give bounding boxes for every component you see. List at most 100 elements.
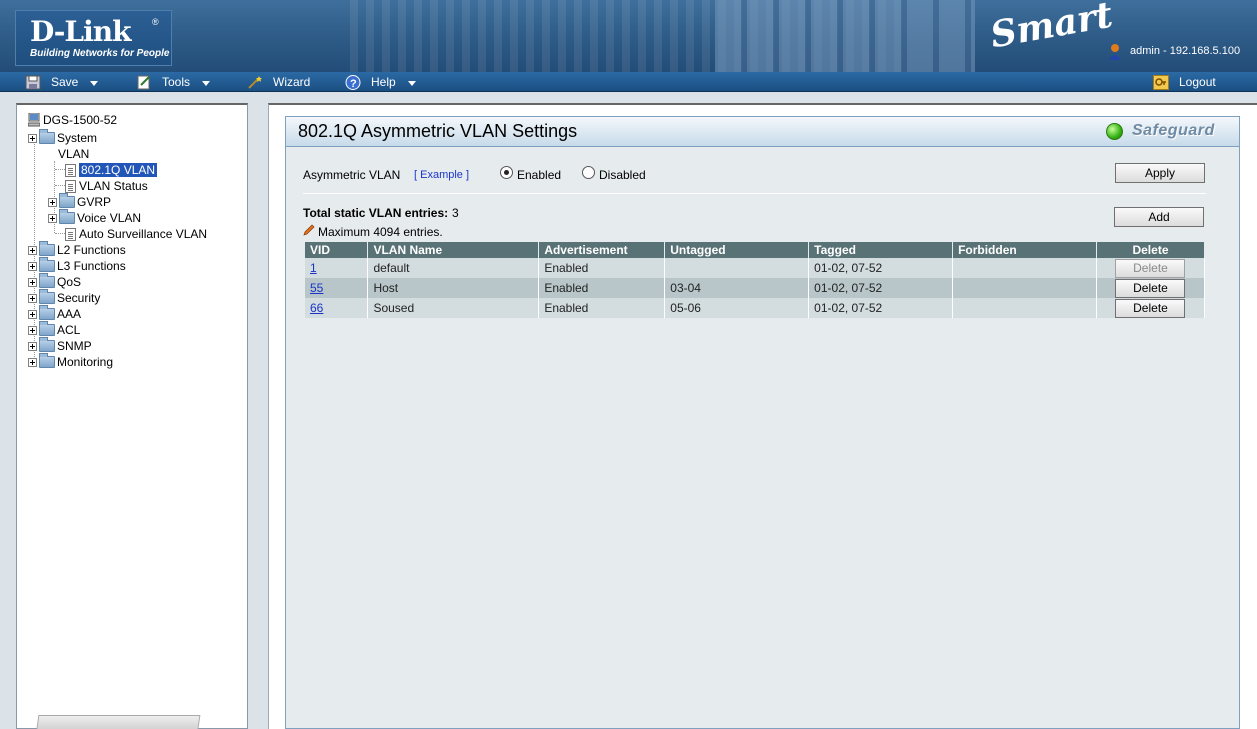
expand-icon[interactable] bbox=[28, 277, 37, 287]
switch-device-image bbox=[35, 715, 201, 729]
tree-item-auto-surveillance-vlan[interactable]: Auto Surveillance VLAN bbox=[65, 226, 207, 242]
help-icon: ? bbox=[345, 74, 361, 90]
folder-icon bbox=[39, 305, 55, 320]
tools-icon bbox=[136, 75, 152, 90]
tree-item-acl[interactable]: ACL bbox=[28, 321, 80, 338]
tree-item-security[interactable]: Security bbox=[28, 289, 101, 306]
expand-icon[interactable] bbox=[28, 357, 37, 367]
folder-icon bbox=[39, 257, 55, 272]
vid-link[interactable]: 66 bbox=[310, 301, 323, 315]
wizard-menu[interactable]: Wizard bbox=[247, 72, 310, 92]
example-link[interactable]: [ Example ] bbox=[414, 169, 469, 181]
expand-icon[interactable] bbox=[48, 213, 57, 223]
column-header-advertisement: Advertisement bbox=[538, 242, 666, 258]
safeguard-status-icon bbox=[1106, 123, 1123, 140]
tree-root-label: DGS-1500-52 bbox=[43, 113, 118, 127]
chevron-down-icon bbox=[90, 81, 99, 86]
pencil-icon bbox=[303, 224, 315, 239]
tree-item-label: Auto Surveillance VLAN bbox=[79, 227, 208, 241]
max-entries-note: Maximum 4094 entries. bbox=[318, 225, 443, 239]
enabled-radio[interactable] bbox=[500, 166, 513, 179]
tree-item-l2-functions[interactable]: L2 Functions bbox=[28, 241, 126, 258]
column-header-vlan-name: VLAN Name bbox=[367, 242, 540, 258]
delete-button[interactable]: Delete bbox=[1115, 258, 1186, 278]
help-menu[interactable]: ? Help bbox=[345, 72, 416, 92]
disabled-radio[interactable] bbox=[582, 166, 595, 179]
logout-button[interactable]: Logout bbox=[1153, 72, 1216, 92]
expand-icon[interactable] bbox=[28, 261, 37, 271]
column-header-vid: VID bbox=[305, 242, 369, 258]
document-icon bbox=[65, 227, 76, 241]
expand-icon[interactable] bbox=[28, 325, 37, 335]
table-row: 1 default Enabled 01-02, 07-52 Delete bbox=[305, 258, 1206, 278]
tree-item-l3-functions[interactable]: L3 Functions bbox=[28, 257, 126, 274]
tagged-cell: 01-02, 07-52 bbox=[808, 258, 954, 278]
vlan-name-cell: default bbox=[367, 258, 540, 278]
navigation-tree: DGS-1500-52 System VLAN 802.1Q VLAN VLAN… bbox=[16, 103, 248, 729]
svg-text:?: ? bbox=[350, 78, 357, 90]
tree-item-aaa[interactable]: AAA bbox=[28, 305, 82, 322]
tree-item-system[interactable]: System bbox=[28, 129, 98, 146]
tree-item-label: Voice VLAN bbox=[77, 211, 142, 225]
tree-item-gvrp[interactable]: GVRP bbox=[48, 193, 112, 210]
tree-item-voice-vlan[interactable]: Voice VLAN bbox=[48, 209, 142, 226]
delete-cell: Delete bbox=[1096, 278, 1206, 298]
expand-icon[interactable] bbox=[28, 293, 37, 303]
switch-ports-art bbox=[715, 0, 975, 72]
folder-icon bbox=[59, 193, 75, 208]
table-row: 55 Host Enabled 03-04 01-02, 07-52 Delet… bbox=[305, 278, 1206, 298]
delete-cell: Delete bbox=[1096, 298, 1206, 318]
table-row: 66 Soused Enabled 05-06 01-02, 07-52 Del… bbox=[305, 298, 1206, 318]
tree-guide-line bbox=[55, 185, 65, 186]
tree-item-vlan[interactable]: VLAN bbox=[58, 146, 89, 162]
tree-item-8021q-vlan[interactable]: 802.1Q VLAN bbox=[65, 162, 158, 178]
tree-item-label: L3 Functions bbox=[57, 259, 126, 273]
tree-guide-line bbox=[55, 169, 65, 170]
expand-icon[interactable] bbox=[28, 245, 37, 255]
tree-item-label-selected: 802.1Q VLAN bbox=[79, 163, 158, 177]
document-icon bbox=[65, 179, 76, 193]
column-header-forbidden: Forbidden bbox=[952, 242, 1097, 258]
tree-root-device[interactable]: DGS-1500-52 bbox=[27, 112, 118, 128]
document-icon bbox=[65, 163, 76, 177]
advertisement-cell: Enabled bbox=[538, 258, 666, 278]
tagged-cell: 01-02, 07-52 bbox=[808, 278, 954, 298]
apply-button[interactable]: Apply bbox=[1115, 163, 1205, 183]
save-menu[interactable]: Save bbox=[25, 72, 99, 92]
vid-cell: 55 bbox=[305, 278, 369, 298]
tagged-cell: 01-02, 07-52 bbox=[808, 298, 954, 318]
vid-cell: 66 bbox=[305, 298, 369, 318]
folder-icon bbox=[59, 209, 75, 224]
column-header-delete: Delete bbox=[1096, 242, 1206, 258]
vid-link[interactable]: 1 bbox=[310, 261, 317, 275]
key-icon bbox=[1153, 74, 1169, 90]
vid-cell: 1 bbox=[305, 258, 369, 278]
untagged-cell: 05-06 bbox=[664, 298, 810, 318]
folder-icon bbox=[39, 337, 55, 352]
tree-item-label: Security bbox=[57, 291, 101, 305]
expand-icon[interactable] bbox=[28, 133, 37, 143]
add-button[interactable]: Add bbox=[1114, 207, 1204, 227]
wizard-label: Wizard bbox=[273, 75, 311, 89]
expand-icon[interactable] bbox=[28, 341, 37, 351]
tree-item-vlan-status[interactable]: VLAN Status bbox=[65, 178, 148, 194]
logo-registered-mark: ® bbox=[152, 17, 159, 27]
expand-icon[interactable] bbox=[28, 309, 37, 319]
tree-item-label: AAA bbox=[57, 307, 82, 321]
user-icon bbox=[1108, 43, 1122, 61]
tree-item-label: GVRP bbox=[77, 195, 112, 209]
tree-item-snmp[interactable]: SNMP bbox=[28, 337, 92, 354]
tree-item-label: System bbox=[57, 131, 98, 145]
folder-icon bbox=[39, 289, 55, 304]
folder-icon bbox=[39, 321, 55, 336]
tree-item-monitoring[interactable]: Monitoring bbox=[28, 353, 113, 370]
tools-menu[interactable]: Tools bbox=[136, 72, 211, 92]
delete-button[interactable]: Delete bbox=[1115, 278, 1186, 298]
tree-item-qos[interactable]: QoS bbox=[28, 273, 81, 290]
delete-button[interactable]: Delete bbox=[1115, 298, 1186, 318]
vid-link[interactable]: 55 bbox=[310, 281, 323, 295]
expand-icon[interactable] bbox=[48, 197, 57, 207]
logout-label: Logout bbox=[1179, 75, 1216, 89]
page-title: 802.1Q Asymmetric VLAN Settings bbox=[298, 121, 578, 141]
header-banner: D-Link ® Building Networks for People Sm… bbox=[0, 0, 1257, 72]
